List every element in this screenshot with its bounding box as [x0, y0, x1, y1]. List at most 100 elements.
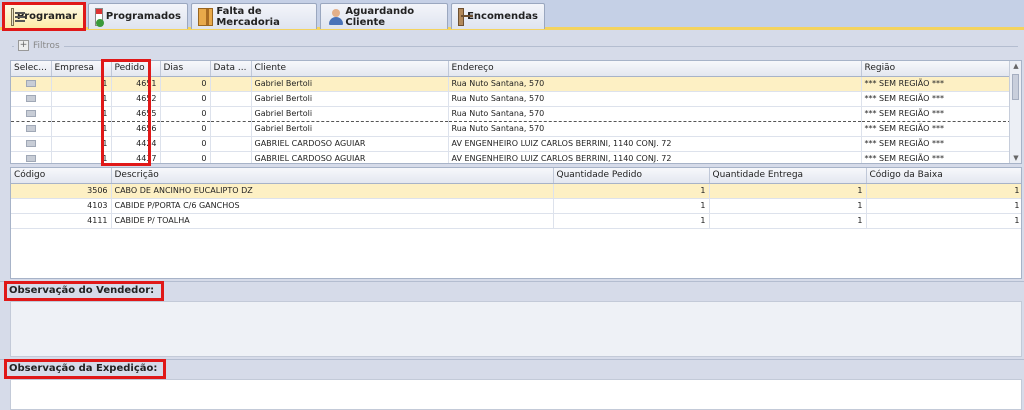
cell-empresa: 1 — [51, 91, 112, 107]
tab-programados[interactable]: Programados — [88, 3, 188, 29]
tab-programar[interactable]: Programar — [4, 3, 84, 29]
cell-pedido: 4424 — [111, 136, 161, 152]
cell-data — [210, 76, 252, 92]
col-header-cliente[interactable]: Cliente — [251, 61, 449, 77]
scroll-down-icon[interactable]: ▼ — [1010, 153, 1021, 163]
cell-cliente: GABRIEL CARDOSO AGUIAR — [251, 136, 449, 152]
table-row[interactable]: 3506 CABO DE ANCINHO EUCALIPTO DZ 1 1 1 — [11, 183, 1021, 199]
user-icon — [327, 8, 344, 26]
tab-aguardando-cliente[interactable]: Aguardando Cliente — [320, 3, 448, 29]
col-header-quantidade-entrega[interactable]: Quantidade Entrega — [709, 168, 867, 184]
orders-header-row: Selec... Empresa Pedido Dias Data ... Cl… — [11, 61, 1012, 77]
col-header-dias[interactable]: Dias — [160, 61, 211, 77]
observacao-expedicao-field[interactable] — [10, 379, 1022, 410]
col-header-selecionar[interactable]: Selec... — [11, 61, 52, 77]
package-icon — [458, 7, 474, 26]
select-checkbox[interactable] — [11, 76, 52, 92]
col-header-endereco[interactable]: Endereço — [448, 61, 862, 77]
table-row[interactable]: 1 4424 0 GABRIEL CARDOSO AGUIAR AV ENGEN… — [11, 136, 1012, 152]
cell-cliente: Gabriel Bertoli — [251, 76, 449, 92]
cell-empresa: 1 — [51, 76, 112, 92]
table-row[interactable]: 4103 CABIDE P/PORTA C/6 GANCHOS 1 1 1 — [11, 198, 1021, 214]
cell-regiao: *** SEM REGIÃO *** — [861, 151, 1012, 163]
cell-pedido: 4656 — [111, 121, 161, 137]
scroll-thumb[interactable] — [1012, 74, 1019, 100]
col-header-pedido[interactable]: Pedido — [111, 61, 161, 77]
select-checkbox[interactable] — [11, 105, 52, 122]
col-header-quantidade-pedido[interactable]: Quantidade Pedido — [553, 168, 710, 184]
observacao-expedicao-header: Observação da Expedição: — [0, 359, 1024, 379]
select-checkbox[interactable] — [11, 91, 52, 107]
cell-regiao: *** SEM REGIÃO *** — [861, 136, 1012, 152]
orders-scrollbar[interactable]: ▲ ▼ — [1009, 61, 1021, 163]
observacao-vendedor-field[interactable] — [10, 301, 1022, 357]
cell-dias: 0 — [160, 105, 211, 122]
scroll-up-icon[interactable]: ▲ — [1010, 61, 1021, 71]
cell-pedido: 4655 — [111, 105, 161, 122]
cell-regiao: *** SEM REGIÃO *** — [861, 76, 1012, 92]
cell-cliente: GABRIEL CARDOSO AGUIAR — [251, 151, 449, 163]
cell-quantidade-entrega[interactable]: 1 — [709, 198, 867, 214]
tab-label: Aguardando Cliente — [345, 5, 415, 28]
col-header-codigo[interactable]: Código — [11, 168, 112, 184]
cell-empresa: 1 — [51, 121, 112, 137]
cell-endereco: AV ENGENHEIRO LUIZ CARLOS BERRINI, 1140 … — [448, 151, 862, 163]
cell-pedido: 4437 — [111, 151, 161, 163]
cell-cliente: Gabriel Bertoli — [251, 91, 449, 107]
cell-quantidade-entrega[interactable]: 1 — [709, 213, 867, 229]
select-checkbox[interactable] — [11, 151, 52, 163]
cell-quantidade-entrega[interactable]: 1 — [709, 183, 867, 199]
cell-dias: 0 — [160, 121, 211, 137]
cell-codigo-baixa[interactable]: 1 — [866, 213, 1021, 229]
select-checkbox[interactable] — [11, 121, 52, 137]
cell-cliente: Gabriel Bertoli — [251, 121, 449, 137]
cell-data — [210, 91, 252, 107]
tab-encomendas[interactable]: Encomendas — [451, 3, 545, 29]
tab-falta-de-mercadoria[interactable]: Falta de Mercadoria — [191, 3, 317, 29]
tab-label: Falta de Mercadoria — [216, 5, 280, 28]
cell-endereco: Rua Nuto Santana, 570 — [448, 105, 862, 122]
cell-cliente: Gabriel Bertoli — [251, 105, 449, 122]
cell-descricao: CABIDE P/PORTA C/6 GANCHOS — [111, 198, 554, 214]
cell-data — [210, 151, 252, 163]
tab-label: Programar — [16, 11, 77, 22]
cell-quantidade-pedido: 1 — [553, 198, 710, 214]
table-row[interactable]: 1 4651 0 Gabriel Bertoli Rua Nuto Santan… — [11, 76, 1012, 92]
table-row[interactable]: 1 4656 0 Gabriel Bertoli Rua Nuto Santan… — [11, 121, 1012, 137]
filters-divider — [12, 46, 1018, 47]
orders-table: Selec... Empresa Pedido Dias Data ... Cl… — [11, 61, 1012, 163]
cell-dias: 0 — [160, 91, 211, 107]
tab-label: Programados — [105, 11, 181, 22]
cell-codigo: 4111 — [11, 213, 112, 229]
cell-codigo-baixa[interactable]: 1 — [866, 183, 1021, 199]
cell-dias: 0 — [160, 136, 211, 152]
table-row[interactable]: 1 4655 0 Gabriel Bertoli Rua Nuto Santan… — [11, 105, 1012, 122]
observacao-vendedor-title: Observação do Vendedor: — [9, 285, 155, 296]
cell-quantidade-pedido: 1 — [553, 213, 710, 229]
table-row[interactable]: 1 4437 0 GABRIEL CARDOSO AGUIAR AV ENGEN… — [11, 151, 1012, 163]
cell-pedido: 4651 — [111, 76, 161, 92]
filters-toggle[interactable]: + Filtros — [14, 40, 64, 51]
col-header-regiao[interactable]: Região — [861, 61, 1012, 77]
col-header-empresa[interactable]: Empresa — [51, 61, 112, 77]
cell-regiao: *** SEM REGIÃO *** — [861, 121, 1012, 137]
cell-empresa: 1 — [51, 151, 112, 163]
cell-data — [210, 136, 252, 152]
cell-data — [210, 121, 252, 137]
col-header-codigo-baixa[interactable]: Código da Baixa — [866, 168, 1021, 184]
tab-label: Encomendas — [467, 11, 538, 22]
table-row[interactable]: 4111 CABIDE P/ TOALHA 1 1 1 — [11, 213, 1021, 229]
cell-endereco: AV ENGENHEIRO LUIZ CARLOS BERRINI, 1140 … — [448, 136, 862, 152]
col-header-descricao[interactable]: Descrição — [111, 168, 554, 184]
orders-grid: Selec... Empresa Pedido Dias Data ... Cl… — [10, 60, 1022, 164]
box-icon — [198, 7, 214, 26]
col-header-data[interactable]: Data ... — [210, 61, 252, 77]
cell-codigo-baixa[interactable]: 1 — [866, 198, 1021, 214]
select-checkbox[interactable] — [11, 136, 52, 152]
table-row[interactable]: 1 4652 0 Gabriel Bertoli Rua Nuto Santan… — [11, 91, 1012, 107]
cell-endereco: Rua Nuto Santana, 570 — [448, 91, 862, 107]
cell-endereco: Rua Nuto Santana, 570 — [448, 121, 862, 137]
cell-empresa: 1 — [51, 136, 112, 152]
cell-descricao: CABO DE ANCINHO EUCALIPTO DZ — [111, 183, 554, 199]
observacao-expedicao-title: Observação da Expedição: — [9, 363, 158, 374]
